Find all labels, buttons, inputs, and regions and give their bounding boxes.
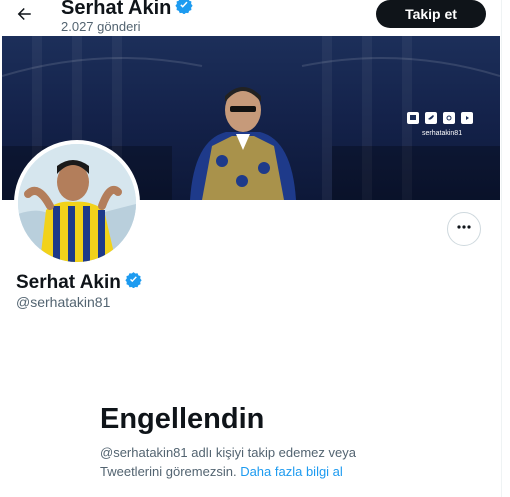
banner-person-image	[190, 87, 296, 200]
profile-header: Serhat Akin 2.027 gönderi Takip et	[0, 0, 501, 36]
header-name: Serhat Akin	[61, 0, 194, 20]
more-options-icon	[456, 219, 472, 240]
blocked-title: Engellendin	[100, 403, 265, 435]
profile-page: Serhat Akin 2.027 gönderi Takip et serha…	[0, 0, 502, 497]
banner-social-icons	[407, 112, 473, 124]
avatar-image	[18, 144, 136, 262]
avatar[interactable]	[14, 140, 140, 266]
banner-social-handle: serhatakin81	[422, 130, 463, 137]
blocked-message-block: @serhatakin81 adlı kişiyi takip edemez v…	[100, 443, 400, 481]
youtube-icon	[461, 112, 473, 124]
header-display-name: Serhat Akin	[61, 0, 172, 19]
profile-display-name: Serhat Akin	[16, 271, 121, 293]
instagram-icon	[443, 112, 455, 124]
twitter-icon	[425, 112, 437, 124]
profile-handle: @serhatakin81	[16, 294, 111, 310]
learn-more-link[interactable]: Daha fazla bilgi al	[240, 464, 343, 479]
verified-badge-icon	[175, 0, 194, 20]
profile-name: Serhat Akin	[16, 271, 142, 294]
twitch-icon	[407, 112, 419, 124]
follow-button[interactable]: Takip et	[376, 0, 486, 28]
verified-badge-icon	[125, 271, 142, 294]
more-options-button[interactable]	[447, 212, 481, 246]
back-arrow-icon[interactable]	[14, 4, 34, 24]
post-count: 2.027 gönderi	[61, 19, 141, 34]
